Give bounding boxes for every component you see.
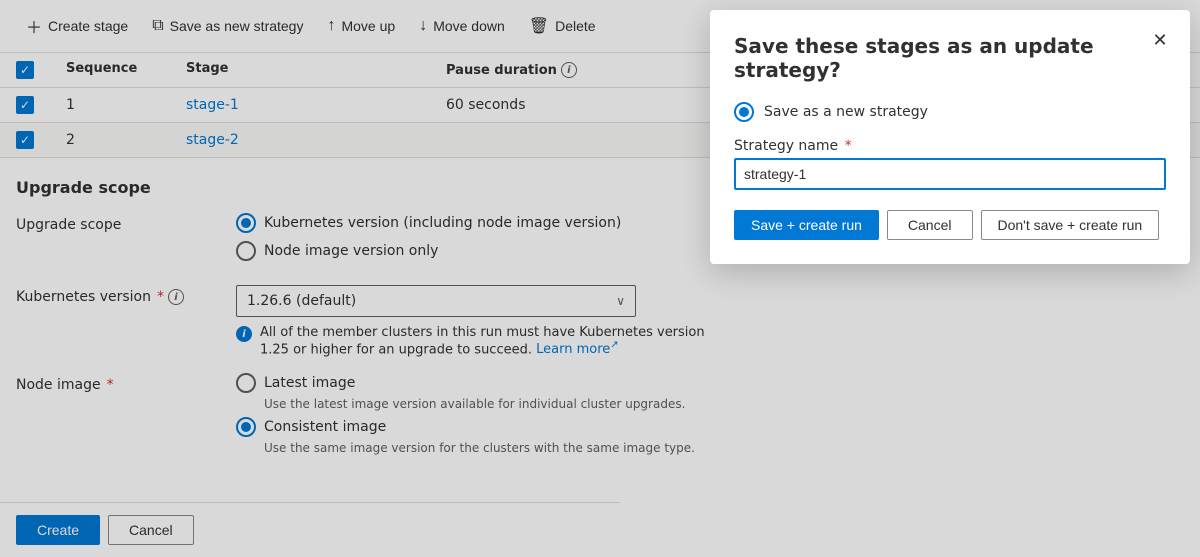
dialog-actions: Save + create run Cancel Don't save + cr… <box>734 210 1166 240</box>
dialog-title: Save these stages as an update strategy? <box>734 34 1166 82</box>
dialog-radio-row: Save as a new strategy <box>734 102 1166 122</box>
strategy-name-required: * <box>845 138 852 154</box>
strategy-name-field: Strategy name * <box>734 138 1166 210</box>
save-strategy-dialog: Save these stages as an update strategy?… <box>710 10 1190 264</box>
dialog-cancel-button[interactable]: Cancel <box>887 210 973 240</box>
dialog-close-button[interactable]: ✕ <box>1146 26 1174 54</box>
dont-save-create-run-button[interactable]: Don't save + create run <box>981 210 1160 240</box>
strategy-name-input[interactable] <box>734 158 1166 190</box>
save-new-strategy-radio-dot <box>739 107 749 117</box>
save-new-strategy-radio[interactable] <box>734 102 754 122</box>
save-create-run-button[interactable]: Save + create run <box>734 210 879 240</box>
dialog-overlay: Save these stages as an update strategy?… <box>0 0 1200 557</box>
strategy-name-label: Strategy name * <box>734 138 1166 154</box>
save-new-strategy-label: Save as a new strategy <box>764 104 928 120</box>
